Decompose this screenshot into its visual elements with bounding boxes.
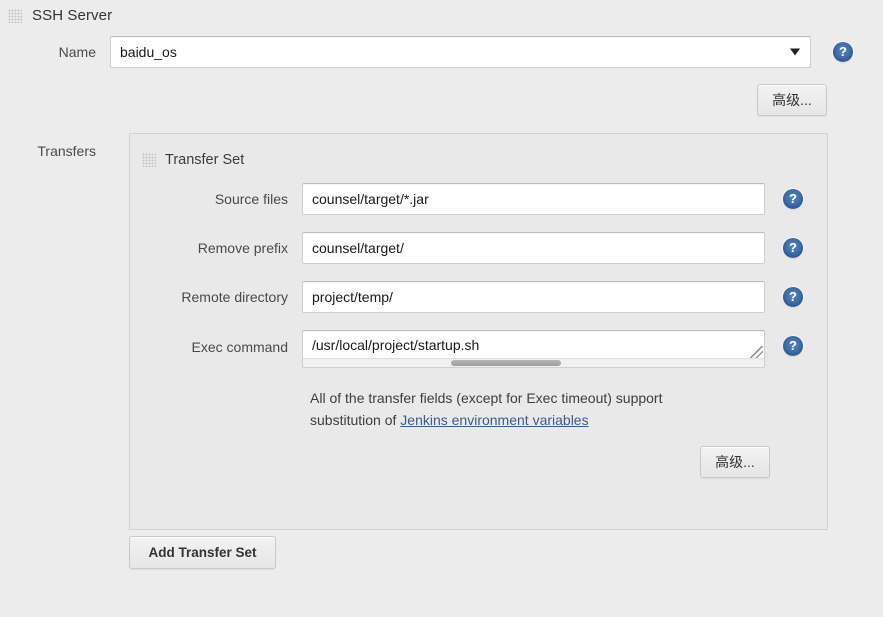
name-help-icon[interactable] [833, 42, 853, 62]
name-input[interactable]: baidu_os [110, 36, 811, 68]
ssh-server-config-page: SSH Server Name baidu_os 高级... Transfers… [0, 0, 883, 617]
remove-prefix-input-wrap: counsel/target/ [302, 232, 765, 264]
add-transfer-set-button[interactable]: Add Transfer Set [129, 536, 276, 569]
transfer-set-title: Transfer Set [165, 152, 245, 168]
source-files-input-wrap: counsel/target/*.jar [302, 183, 765, 215]
substitution-note-line1: All of the transfer fields (except for E… [310, 390, 663, 406]
exec-command-row: Exec command /usr/local/project/startup.… [130, 330, 829, 368]
remote-directory-row: Remote directory project/temp/ [130, 281, 829, 313]
advanced-top-button[interactable]: 高级... [757, 84, 827, 116]
advanced-top-row: 高级... [757, 84, 827, 116]
section-title: SSH Server [32, 7, 113, 24]
drag-grip-icon[interactable] [142, 153, 156, 167]
exec-command-hscroll-thumb[interactable] [450, 360, 562, 366]
substitution-note: All of the transfer fields (except for E… [310, 387, 740, 431]
exec-command-help-icon[interactable] [783, 336, 803, 356]
drag-grip-icon[interactable] [8, 8, 22, 23]
remove-prefix-label: Remove prefix [197, 240, 288, 256]
transfer-set-header: Transfer Set [142, 152, 244, 168]
source-files-input[interactable]: counsel/target/*.jar [302, 183, 765, 215]
remote-directory-label: Remote directory [181, 289, 288, 305]
ssh-server-section-header: SSH Server [8, 7, 112, 24]
source-files-row: Source files counsel/target/*.jar [130, 183, 829, 215]
transfer-set-panel: Transfer Set Source files counsel/target… [129, 133, 828, 530]
remove-prefix-row: Remove prefix counsel/target/ [130, 232, 829, 264]
remote-directory-help-icon[interactable] [783, 287, 803, 307]
advanced-transfer-button[interactable]: 高级... [700, 446, 770, 478]
remote-directory-input-wrap: project/temp/ [302, 281, 765, 313]
transfers-label: Transfers [37, 143, 96, 159]
name-input-wrap: baidu_os [110, 36, 811, 68]
chevron-down-icon[interactable] [790, 48, 800, 56]
exec-command-textarea[interactable]: /usr/local/project/startup.sh [303, 331, 764, 353]
remove-prefix-input[interactable]: counsel/target/ [302, 232, 765, 264]
exec-command-label: Exec command [191, 339, 288, 355]
remove-prefix-help-icon[interactable] [783, 238, 803, 258]
name-row: Name baidu_os [0, 36, 875, 68]
remote-directory-input[interactable]: project/temp/ [302, 281, 765, 313]
source-files-help-icon[interactable] [783, 189, 803, 209]
jenkins-env-variables-link[interactable]: Jenkins environment variables [400, 412, 588, 428]
exec-command-hscrollbar[interactable] [303, 358, 764, 367]
name-label: Name [58, 44, 96, 60]
exec-command-textarea-wrap: /usr/local/project/startup.sh [302, 330, 765, 368]
source-files-label: Source files [214, 191, 288, 207]
substitution-note-line2-prefix: substitution of [310, 412, 401, 428]
